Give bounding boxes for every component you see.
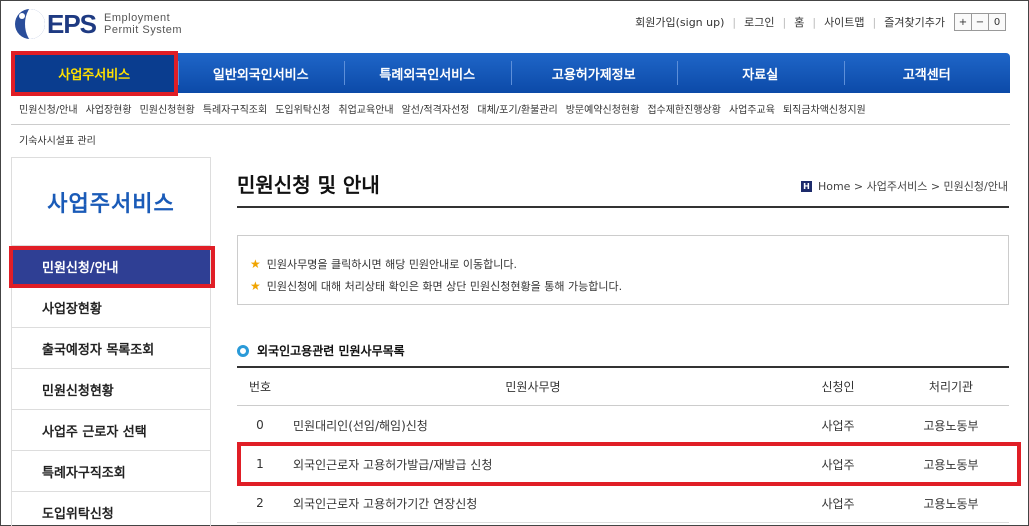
- font-increase-button[interactable]: +: [954, 13, 972, 31]
- font-size-controls: + − 0: [954, 13, 1006, 31]
- separator: |: [732, 15, 737, 29]
- row-number: 2: [256, 496, 264, 510]
- civil-affair-link[interactable]: 외국인근로자 고용허가기간 연장신청: [283, 495, 783, 512]
- side-nav: 사업주서비스 민원신청/안내 사업장현황 출국예정자 목록조회 민원신청현황 사…: [11, 157, 211, 526]
- star-icon: ★: [250, 257, 261, 271]
- gnb-eps-info[interactable]: 고용허가제정보: [510, 53, 678, 93]
- civil-affair-link[interactable]: 외국인근로자 고용허가발급/재발급 신청: [283, 456, 783, 473]
- subnav-item[interactable]: 취업교육안내: [338, 101, 393, 116]
- sitemap-link[interactable]: 사이트맵: [824, 14, 864, 30]
- side-nav-item-application-status[interactable]: 민원신청현황: [12, 368, 210, 409]
- side-nav-item-worker-selection[interactable]: 사업주 근로자 선택: [12, 409, 210, 450]
- home-link[interactable]: 홈: [794, 14, 804, 30]
- bullet-circle-icon: [237, 344, 249, 357]
- login-link[interactable]: 로그인: [744, 14, 774, 30]
- breadcrumb: H Home > 사업주서비스 > 민원신청/안내: [800, 178, 1008, 194]
- side-nav-title: 사업주서비스: [47, 191, 175, 217]
- sub-nav: 민원신청/안내 사업장현황 민원신청현황 특례자구직조회 도입위탁신청 취업교육…: [11, 93, 1010, 125]
- row-number: 0: [256, 418, 264, 432]
- font-reset-button[interactable]: 0: [988, 13, 1006, 31]
- home-icon: H: [800, 180, 812, 192]
- separator: |: [812, 15, 817, 29]
- row-applicant: 사업주: [821, 418, 855, 433]
- gnb-customer-center[interactable]: 고객센터: [843, 53, 1011, 93]
- subnav-item[interactable]: 사업주교육: [729, 101, 775, 116]
- divider: [237, 206, 1009, 208]
- notice-text: 민원신청에 대해 처리상태 확인은 화면 상단 민원신청현황을 통해 가능합니다…: [266, 280, 623, 293]
- font-decrease-button[interactable]: −: [971, 13, 989, 31]
- notice-line: ★ 민원신청에 대해 처리상태 확인은 화면 상단 민원신청현황을 통해 가능합…: [250, 278, 1008, 294]
- subnav-item[interactable]: 대체/포기/환불관리: [477, 101, 557, 116]
- subnav-item-dormitory[interactable]: 기숙사시설표 관리: [19, 132, 96, 147]
- table-row: 1 외국인근로자 고용허가발급/재발급 신청 사업주 고용노동부: [237, 445, 1009, 484]
- subnav-item[interactable]: 민원신청현황: [140, 101, 195, 116]
- subnav-item[interactable]: 방문예약신청현황: [566, 101, 640, 116]
- main-nav: 사업주서비스 일반외국인서비스 특례외국인서비스 고용허가제정보 자료실 고객센…: [11, 53, 1010, 93]
- section-title: 외국인고용관련 민원사무목록: [257, 344, 405, 358]
- column-header-agency: 처리기관: [928, 380, 974, 394]
- eps-logo[interactable]: EPS Employment Permit System: [15, 7, 182, 41]
- civil-affairs-table: 번호 민원사무명 신청인 처리기관 0 민원대리인(선임/해임)신청 사업주 고…: [237, 366, 1009, 523]
- notice-text: 민원사무명을 클릭하시면 해당 민원안내로 이동합니다.: [266, 258, 518, 271]
- subnav-item[interactable]: 접수제한진행상황: [647, 101, 721, 116]
- table-row: 0 민원대리인(선임/해임)신청 사업주 고용노동부: [237, 406, 1009, 445]
- logo-text: EPS: [47, 8, 97, 39]
- gnb-general-foreigner-services[interactable]: 일반외국인서비스: [177, 53, 345, 93]
- signup-link[interactable]: 회원가입(sign up): [635, 14, 724, 30]
- row-agency: 고용노동부: [923, 457, 979, 472]
- logo-sub-line2: Permit System: [104, 24, 183, 36]
- subnav-item[interactable]: 퇴직금차액신청지원: [783, 101, 866, 116]
- side-nav-item-workplace-status[interactable]: 사업장현황: [12, 286, 210, 327]
- header: EPS Employment Permit System 회원가입(sign u…: [1, 1, 1028, 51]
- bookmark-link[interactable]: 즐겨찾기추가: [884, 14, 945, 30]
- row-agency: 고용노동부: [923, 496, 979, 511]
- column-header-name: 민원사무명: [505, 380, 561, 394]
- side-nav-item-special-job-search[interactable]: 특례자구직조회: [12, 450, 210, 491]
- side-nav-item-departure-list[interactable]: 출국예정자 목록조회: [12, 327, 210, 368]
- side-nav-item-import-request[interactable]: 도입위탁신청: [12, 491, 210, 526]
- column-header-applicant: 신청인: [821, 380, 855, 394]
- gnb-resources[interactable]: 자료실: [677, 53, 844, 93]
- row-agency: 고용노동부: [923, 418, 979, 433]
- subnav-item[interactable]: 알선/적격자선정: [402, 101, 470, 116]
- row-applicant: 사업주: [821, 457, 855, 472]
- subnav-item[interactable]: 도입위탁신청: [275, 101, 330, 116]
- notice-line: ★ 민원사무명을 클릭하시면 해당 민원안내로 이동합니다.: [250, 256, 1008, 272]
- eps-logo-mark-icon: [15, 9, 45, 39]
- subnav-item[interactable]: 사업장현황: [86, 101, 132, 116]
- star-icon: ★: [250, 279, 261, 293]
- table-row: 2 외국인근로자 고용허가기간 연장신청 사업주 고용노동부: [237, 484, 1009, 523]
- notice-box: ★ 민원사무명을 클릭하시면 해당 민원안내로 이동합니다. ★ 민원신청에 대…: [237, 235, 1009, 305]
- breadcrumb-text: Home > 사업주서비스 > 민원신청/안내: [817, 180, 1008, 193]
- row-applicant: 사업주: [821, 496, 855, 511]
- subnav-item[interactable]: 민원신청/안내: [19, 101, 78, 116]
- page-title: 민원신청 및 안내: [237, 173, 380, 197]
- gnb-special-foreigner-services[interactable]: 특례외국인서비스: [344, 53, 511, 93]
- separator: |: [782, 15, 787, 29]
- civil-affair-link[interactable]: 민원대리인(선임/해임)신청: [283, 417, 783, 434]
- section-heading: 외국인고용관련 민원사무목록: [237, 342, 405, 359]
- logo-sub-line1: Employment: [104, 12, 171, 24]
- table-header-row: 번호 민원사무명 신청인 처리기관: [237, 368, 1009, 406]
- logo-subtitle: Employment Permit System: [104, 12, 182, 36]
- subnav-item[interactable]: 특례자구직조회: [203, 101, 267, 116]
- utility-nav: 회원가입(sign up) | 로그인 | 홈 | 사이트맵 | 즐겨찾기추가 …: [635, 13, 1006, 31]
- column-header-number: 번호: [248, 380, 272, 394]
- separator: |: [872, 15, 877, 29]
- row-number: 1: [256, 457, 264, 471]
- side-nav-item-civil-application[interactable]: 민원신청/안내: [12, 245, 210, 286]
- gnb-employer-services[interactable]: 사업주서비스: [11, 53, 178, 93]
